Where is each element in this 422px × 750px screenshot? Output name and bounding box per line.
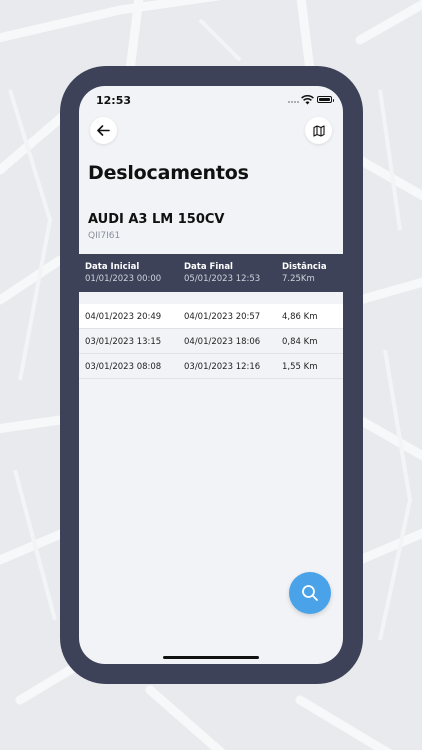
map-button[interactable] <box>305 117 332 144</box>
home-indicator <box>163 656 259 659</box>
trip-start: 03/01/2023 08:08 <box>85 362 162 372</box>
search-button[interactable] <box>289 572 331 614</box>
start-date-label: Data Inicial <box>85 262 140 272</box>
trip-row[interactable]: 04/01/2023 20:49 04/01/2023 20:57 4,86 K… <box>79 304 343 329</box>
summary-start: Data Inicial 01/01/2023 00:00 <box>85 262 161 284</box>
trip-distance: 1,55 Km <box>282 362 318 372</box>
map-icon <box>312 124 325 137</box>
trip-distance: 4,86 Km <box>282 312 318 322</box>
search-icon <box>302 585 318 601</box>
status-bar: 12:53 <box>79 86 343 116</box>
start-date-value: 01/01/2023 00:00 <box>85 274 162 284</box>
trip-end: 03/01/2023 12:16 <box>184 362 261 372</box>
end-date-label: Data Final <box>184 262 233 272</box>
trip-row[interactable]: 03/01/2023 13:15 04/01/2023 18:06 0,84 K… <box>79 329 343 354</box>
summary-end: Data Final 05/01/2023 12:53 <box>184 262 260 284</box>
app-screen: 12:53 Deslocamentos AUDI A3 LM 150CV QII… <box>79 86 343 664</box>
summary-distance: Distância 7.25Km <box>282 262 327 284</box>
vehicle-name: AUDI A3 LM 150CV <box>88 212 225 227</box>
back-button[interactable] <box>90 117 117 144</box>
battery-icon <box>317 96 334 103</box>
trip-start: 04/01/2023 20:49 <box>85 312 162 322</box>
distance-value: 7.25Km <box>282 274 315 284</box>
trips-list: 04/01/2023 20:49 04/01/2023 20:57 4,86 K… <box>79 304 343 379</box>
wifi-icon <box>301 95 314 105</box>
trip-end: 04/01/2023 18:06 <box>184 337 261 347</box>
end-date-value: 05/01/2023 12:53 <box>184 274 261 284</box>
cellular-signal-icon <box>288 99 300 103</box>
distance-label: Distância <box>282 262 327 272</box>
trip-distance: 0,84 Km <box>282 337 318 347</box>
vehicle-plate: QII7I61 <box>88 231 121 241</box>
trip-row[interactable]: 03/01/2023 08:08 03/01/2023 12:16 1,55 K… <box>79 354 343 379</box>
trip-start: 03/01/2023 13:15 <box>85 337 162 347</box>
status-time: 12:53 <box>96 94 132 107</box>
page-title: Deslocamentos <box>88 162 249 184</box>
trip-end: 04/01/2023 20:57 <box>184 312 261 322</box>
trip-summary-header: Data Inicial 01/01/2023 00:00 Data Final… <box>79 254 343 292</box>
arrow-left-icon <box>97 125 110 136</box>
